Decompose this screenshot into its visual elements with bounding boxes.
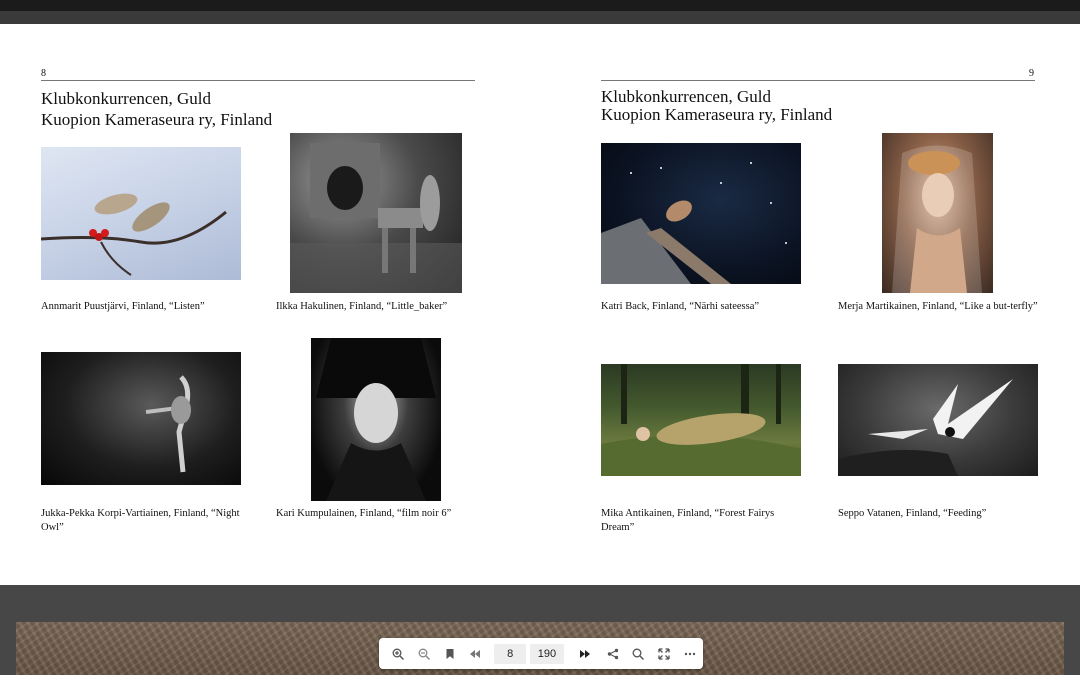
birds-image: [41, 193, 227, 276]
share-button[interactable]: [600, 641, 626, 667]
jay-image: [601, 162, 787, 284]
viewer-toolbar: 8 190: [379, 638, 703, 669]
bookmark-icon: [446, 648, 454, 659]
first-page-button[interactable]: [462, 641, 488, 667]
right-header-rule: [601, 80, 1035, 81]
zoom-in-button[interactable]: [385, 641, 411, 667]
total-pages: 190: [530, 643, 564, 664]
fullscreen-icon: [658, 647, 670, 660]
photo-forest-fairys-dream[interactable]: [601, 364, 801, 476]
left-header-rule: [41, 80, 475, 81]
forest-image: [601, 364, 801, 476]
zoom-out-button[interactable]: [411, 641, 437, 667]
left-heading-line1: Klubkonkurrencen, Guld: [41, 89, 211, 108]
share-icon: [607, 648, 618, 659]
zoom-out-icon: [418, 648, 430, 660]
caption-listen: Annmarit Puustjärvi, Finland, “Listen”: [41, 301, 205, 312]
right-page-number: 9: [1029, 68, 1034, 79]
caption-forest-fairys-dream: Mika Antikainen, Finland, “Forest Fairys…: [601, 508, 775, 533]
current-page-input[interactable]: 8: [494, 643, 527, 664]
left-heading: Klubkonkurrencen, Guld Kuopion Kameraseu…: [41, 88, 272, 130]
right-heading-line1: Klubkonkurrencen, Guld: [601, 87, 771, 106]
caption-little-baker: Ilkka Hakulinen, Finland, “Little_baker”: [276, 301, 448, 312]
first-page-icon: [470, 649, 481, 658]
fullscreen-button[interactable]: [651, 641, 677, 667]
caption-night-owl: Jukka-Pekka Korpi-Vartiainen, Finland, “…: [41, 508, 240, 533]
caption-film-noir: Kari Kumpulainen, Finland, “film noir 6”: [276, 508, 452, 519]
noir-image: [316, 338, 436, 501]
right-heading: Klubkonkurrencen, Guld Kuopion Kameraseu…: [601, 88, 832, 124]
right-heading-line2: Kuopion Kameraseura ry, Finland: [601, 105, 833, 124]
baker-image: [290, 143, 462, 293]
dancer-image: [145, 375, 191, 473]
photo-feeding[interactable]: [838, 364, 1038, 476]
zoom-in-icon: [392, 648, 404, 660]
last-page-icon: [579, 649, 590, 658]
search-icon: [632, 648, 645, 660]
more-icon: [684, 652, 696, 655]
top-bar: [0, 0, 1080, 11]
photo-film-noir[interactable]: [311, 338, 441, 501]
bookmark-button[interactable]: [437, 641, 463, 667]
photo-night-owl[interactable]: [41, 352, 241, 485]
last-page-button[interactable]: [572, 641, 598, 667]
more-button[interactable]: [677, 641, 703, 667]
terns-image: [838, 379, 1013, 476]
photo-little-baker[interactable]: [290, 133, 462, 293]
top-strip: [0, 11, 1080, 24]
caption-narhi-sateessa: Katri Back, Finland, “Närhi sateessa”: [601, 301, 760, 312]
caption-like-a-butterfly: Merja Martikainen, Finland, “Like a but-…: [838, 301, 1038, 312]
photo-listen[interactable]: [41, 147, 241, 280]
photo-narhi-sateessa[interactable]: [601, 143, 801, 284]
photo-like-a-butterfly[interactable]: [882, 133, 993, 293]
caption-feeding: Seppo Vatanen, Finland, “Feeding”: [838, 508, 987, 519]
search-button[interactable]: [626, 641, 652, 667]
left-heading-line2: Kuopion Kameraseura ry, Finland: [41, 110, 273, 129]
left-page-number: 8: [41, 68, 46, 79]
veil-image: [892, 145, 982, 293]
